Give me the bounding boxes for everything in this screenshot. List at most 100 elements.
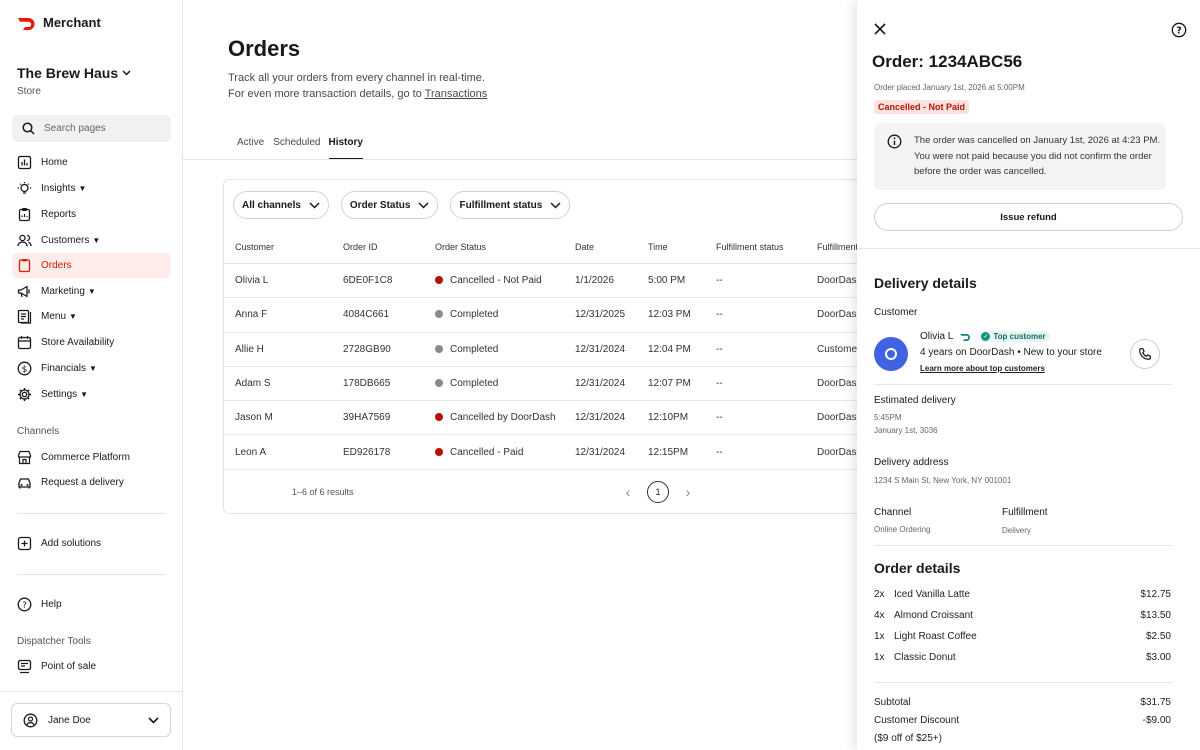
nav-orders[interactable]: Orders (12, 253, 171, 278)
nav-settings[interactable]: Settings ▼ (12, 382, 171, 407)
top-customers-link[interactable]: Learn more about top customers (920, 364, 1045, 373)
status-badge: Cancelled - Not Paid (874, 100, 970, 114)
phone-icon (1139, 347, 1152, 360)
nav-customers[interactable]: Customers ▼ (12, 228, 171, 253)
header-order-status[interactable]: Order Status (435, 242, 486, 252)
header-date[interactable]: Date (575, 242, 594, 252)
item-price: $2.50 (1145, 631, 1171, 642)
customer-name-row: Olivia L ✓ Top customer (920, 331, 1050, 342)
chevron-down-icon (550, 201, 561, 209)
cancellation-info-text: The order was cancelled on January 1st, … (914, 135, 1161, 177)
header-fulfillment[interactable]: Fulfillment (817, 242, 858, 252)
filter-order-status[interactable]: Order Status (340, 191, 439, 219)
delivery-address: 1234 S Main St, New York, NY 001001 (874, 476, 1012, 485)
channel-label: Channel (874, 507, 912, 518)
top-customer-badge: ✓ Top customer (979, 331, 1050, 342)
svg-text:?: ? (1176, 25, 1182, 36)
nav-financials-label: Financials (41, 363, 87, 374)
call-customer-button[interactable] (1130, 339, 1160, 369)
cell-status: Completed (435, 344, 498, 355)
order-tabs: Active Scheduled History (228, 133, 363, 160)
nav-commerce-platform-label: Commerce Platform (41, 452, 130, 463)
header-time[interactable]: Time (648, 242, 668, 252)
page-description: Track all your orders from every channel… (228, 70, 487, 102)
table-header: Customer Order ID Order Status Date Time… (224, 230, 904, 264)
menu-book-icon (17, 309, 32, 324)
svg-text:$: $ (22, 365, 28, 375)
status-text: Completed (450, 378, 499, 390)
brand-name: Merchant (43, 15, 101, 30)
status-dot (435, 276, 443, 285)
filter-bar: All channels Order Status Fulfillment st… (233, 191, 571, 219)
search-icon (22, 122, 35, 135)
search-input[interactable] (44, 123, 154, 134)
table-row[interactable]: Anna F 4084C661 Completed 12/31/2025 12:03 P… (224, 298, 904, 333)
user-menu[interactable]: Jane Doe (11, 703, 171, 737)
nav-request-delivery[interactable]: Request a delivery (12, 470, 171, 495)
brand[interactable]: Merchant (17, 15, 101, 30)
search-box[interactable] (12, 115, 171, 142)
nav-store-availability[interactable]: Store Availability (12, 330, 171, 355)
top-customer-label: Top customer (993, 332, 1046, 341)
nav-orders-label: Orders (41, 260, 72, 271)
nav-financials[interactable]: $ Financials ▼ (12, 356, 171, 381)
status-dot (435, 310, 443, 319)
nav-home[interactable]: Home (12, 150, 171, 175)
page-number[interactable]: 1 (647, 481, 669, 503)
tab-scheduled[interactable]: Scheduled (273, 133, 328, 160)
nav-help[interactable]: ? Help (12, 592, 171, 617)
dashpass-icon (960, 333, 971, 341)
tab-active[interactable]: Active (228, 133, 273, 160)
cell-customer: Leon A (235, 446, 267, 458)
table-row[interactable]: Leon A ED926178 Cancelled - Paid 12/31/2024… (224, 435, 904, 470)
status-text: Cancelled - Paid (450, 446, 524, 458)
close-icon[interactable] (873, 22, 887, 36)
transactions-link[interactable]: Transactions (425, 88, 488, 100)
issue-refund-button[interactable]: Issue refund (874, 203, 1183, 231)
cancellation-info-box: The order was cancelled on January 1st, … (874, 123, 1166, 190)
table-row[interactable]: Adam S 178DB665 Completed 12/31/2024 12:07 P… (224, 367, 904, 402)
chevron-right-icon[interactable]: › (679, 481, 697, 503)
cell-customer: Olivia L (235, 275, 269, 287)
clipboard-icon (17, 207, 32, 222)
header-customer[interactable]: Customer (235, 242, 274, 252)
cell-status: Cancelled by DoorDash (435, 412, 556, 423)
status-dot (435, 379, 443, 388)
cell-fstatus: -- (716, 343, 723, 355)
nav-marketing[interactable]: Marketing ▼ (12, 279, 171, 304)
cell-fulfillment: DoorDash (817, 309, 863, 321)
nav-reports[interactable]: Reports (12, 202, 171, 227)
order-details-heading: Order details (874, 560, 961, 576)
header-fulfillment-status[interactable]: Fulfillment status (716, 242, 784, 252)
cell-time: 12:04 PM (648, 343, 691, 355)
cell-date: 12/31/2024 (575, 343, 626, 355)
table-row[interactable]: Olivia L 6DE0F1C8 Cancelled - Not Paid 1/1/… (224, 264, 904, 299)
cell-date: 12/31/2024 (575, 446, 626, 458)
chevron-down-icon: ▼ (92, 236, 101, 245)
nav-point-of-sale[interactable]: Point of sale (12, 654, 171, 679)
tab-history[interactable]: History (328, 133, 363, 160)
cell-customer: Adam S (235, 378, 271, 390)
help-circle-icon[interactable]: ? (1171, 22, 1187, 38)
cell-time: 12:10PM (648, 412, 689, 424)
item-name: Iced Vanilla Latte (894, 589, 970, 600)
store-switcher[interactable]: The Brew Haus Store (17, 65, 131, 97)
fulfillment-label: Fulfillment (1002, 507, 1048, 518)
nav-insights[interactable]: Insights ▼ (12, 176, 171, 201)
nav-commerce-platform[interactable]: Commerce Platform (12, 445, 171, 470)
customer-avatar (874, 337, 908, 371)
nav-add-solutions[interactable]: Add solutions (12, 531, 171, 556)
nav-menu[interactable]: Menu ▼ (12, 304, 171, 329)
filter-fulfillment-status[interactable]: Fulfillment status (450, 191, 571, 219)
filter-channels-label: All channels (242, 199, 301, 211)
filter-channels[interactable]: All channels (233, 191, 329, 219)
cell-fulfillment: Customer (817, 343, 861, 355)
cell-date: 1/1/2026 (575, 275, 614, 287)
chevron-left-icon[interactable]: ‹ (619, 481, 637, 503)
table-row[interactable]: Jason M 39HA7569 Cancelled by DoorDash 12/3… (224, 401, 904, 436)
nav-home-label: Home (41, 157, 68, 168)
cell-fulfillment: DoorDash (817, 378, 863, 390)
table-row[interactable]: Allie H 2728GB90 Completed 12/31/2024 12:04 … (224, 333, 904, 367)
estimated-delivery-time: 5:45PM (874, 413, 902, 422)
header-order-id[interactable]: Order ID (343, 242, 378, 252)
